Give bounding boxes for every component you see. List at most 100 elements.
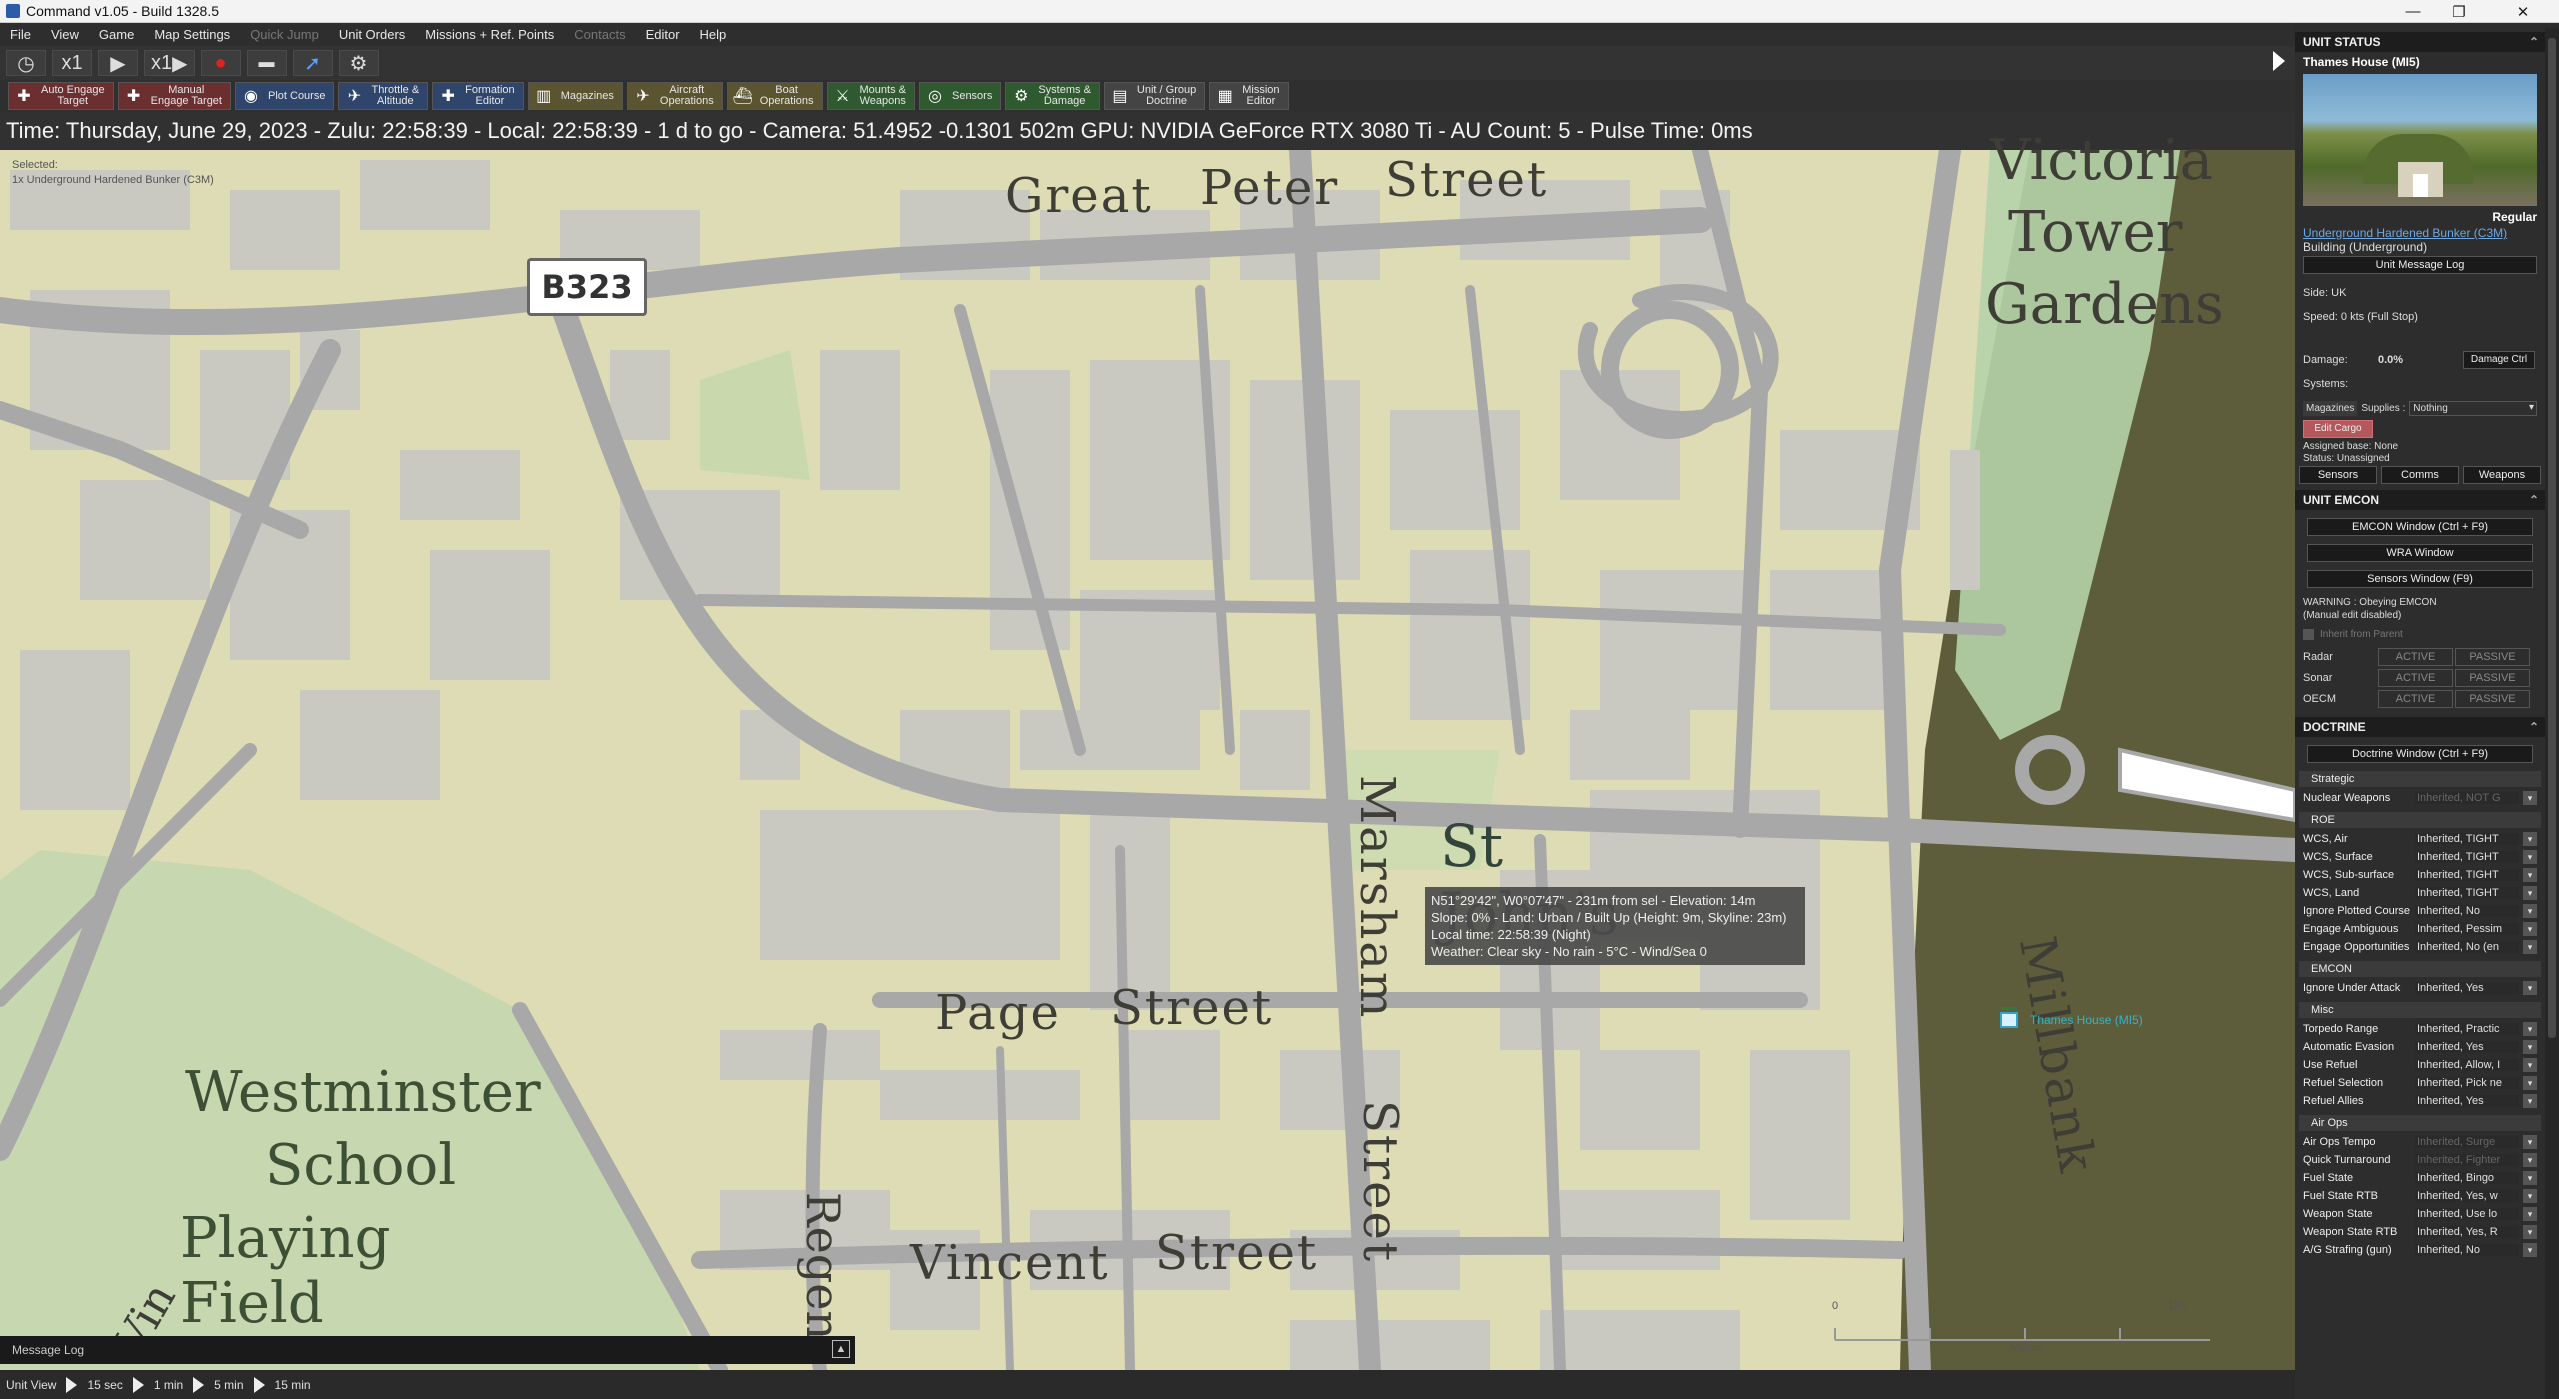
close-icon[interactable]: ✕ [2500, 0, 2546, 23]
doctrine-header[interactable]: DOCTRINE ⌃ [2295, 717, 2545, 737]
dropdown-arrow-icon[interactable]: ▾ [2523, 1225, 2537, 1239]
menu-map-settings[interactable]: Map Settings [144, 27, 240, 42]
dropdown-arrow-icon[interactable]: ▾ [2523, 1189, 2537, 1203]
edit-cargo-button[interactable]: Edit Cargo [2303, 420, 2373, 438]
pause-clock-button[interactable]: ▬ [246, 50, 287, 76]
emcon-active-button[interactable]: ACTIVE [2378, 689, 2453, 708]
emcon-passive-button[interactable]: PASSIVE [2455, 668, 2530, 687]
doctrine-value-select[interactable]: Inherited, TIGHT [2415, 833, 2519, 845]
doctrine-value-select[interactable]: Inherited, Practic [2415, 1023, 2519, 1035]
dropdown-arrow-icon[interactable]: ▾ [2523, 868, 2537, 882]
unit-emcon-header[interactable]: UNIT EMCON ⌃ [2295, 490, 2545, 510]
dropdown-arrow-icon[interactable]: ▾ [2523, 1135, 2537, 1149]
toolbar-button-0[interactable]: ✚ Auto Engage Target [8, 82, 114, 110]
doctrine-value-select[interactable]: Inherited, Yes [2415, 982, 2519, 994]
doctrine-value-select[interactable]: Inherited, TIGHT [2415, 887, 2519, 899]
toolbar-button-8[interactable]: ⚔ Mounts & Weapons [826, 82, 915, 110]
dropdown-arrow-icon[interactable]: ▾ [2523, 1040, 2537, 1054]
doctrine-value-select[interactable]: Inherited, Fighter [2415, 1154, 2519, 1166]
menu-missions[interactable]: Missions + Ref. Points [415, 27, 564, 42]
doctrine-value-select[interactable]: Inherited, Allow, I [2415, 1059, 2519, 1071]
menu-contacts[interactable]: Contacts [564, 27, 635, 42]
dropdown-arrow-icon[interactable]: ▾ [2523, 886, 2537, 900]
comms-tab[interactable]: Comms [2381, 466, 2459, 484]
doctrine-value-select[interactable]: Inherited, Yes [2415, 1041, 2519, 1053]
magazines-tab[interactable]: Magazines [2303, 400, 2358, 416]
doctrine-value-select[interactable]: Inherited, TIGHT [2415, 851, 2519, 863]
sensors-tab[interactable]: Sensors [2299, 466, 2377, 484]
panel-scrollbar[interactable] [2545, 28, 2559, 1399]
emcon-active-button[interactable]: ACTIVE [2378, 668, 2453, 687]
doctrine-value-select[interactable]: Inherited, Yes, w [2415, 1190, 2519, 1202]
pin-button[interactable]: ➚ [292, 50, 333, 76]
dropdown-arrow-icon[interactable]: ▾ [2523, 922, 2537, 936]
doctrine-value-select[interactable]: Inherited, No [2415, 905, 2519, 917]
toolbar-button-9[interactable]: ◎ Sensors [918, 82, 1002, 110]
unit-status-header[interactable]: UNIT STATUS ⌃ [2295, 32, 2545, 52]
doctrine-value-select[interactable]: Inherited, Yes [2415, 1095, 2519, 1107]
doctrine-value-select[interactable]: Inherited, No (en [2415, 941, 2519, 953]
inherit-checkbox[interactable] [2303, 628, 2314, 640]
dropdown-arrow-icon[interactable]: ▾ [2523, 791, 2537, 805]
maximize-icon[interactable]: ❐ [2436, 0, 2482, 23]
menu-help[interactable]: Help [690, 27, 737, 42]
dropdown-arrow-icon[interactable]: ▾ [2523, 940, 2537, 954]
emcon-window-button[interactable]: EMCON Window (Ctrl + F9) [2307, 518, 2533, 536]
dropdown-arrow-icon[interactable]: ▾ [2523, 1058, 2537, 1072]
step-15m[interactable]: 15 min [275, 1378, 311, 1392]
doctrine-value-select[interactable]: Inherited, Yes, R [2415, 1226, 2519, 1238]
dropdown-arrow-icon[interactable]: ▾ [2523, 904, 2537, 918]
emcon-passive-button[interactable]: PASSIVE [2455, 689, 2530, 708]
minimize-icon[interactable]: — [2390, 0, 2436, 23]
dropdown-arrow-icon[interactable]: ▾ [2523, 1094, 2537, 1108]
weapons-tab[interactable]: Weapons [2463, 466, 2541, 484]
doctrine-value-select[interactable]: Inherited, NOT G [2415, 792, 2519, 804]
play-button[interactable]: ▶ [98, 50, 138, 76]
step-button[interactable]: x1 ▶ [144, 50, 195, 76]
toolbar-button-12[interactable]: ▦ Mission Editor [1209, 82, 1289, 110]
step-15s[interactable]: 15 sec [87, 1378, 122, 1392]
dropdown-arrow-icon[interactable]: ▾ [2523, 981, 2537, 995]
damage-control-button[interactable]: Damage Ctrl [2463, 351, 2535, 369]
step-5m[interactable]: 5 min [214, 1378, 243, 1392]
doctrine-value-select[interactable]: Inherited, Surge [2415, 1136, 2519, 1148]
doctrine-value-select[interactable]: Inherited, Bingo [2415, 1172, 2519, 1184]
unit-view-label[interactable]: Unit View [6, 1378, 56, 1392]
toolbar-button-4[interactable]: ✚ Formation Editor [432, 82, 524, 110]
emcon-passive-button[interactable]: PASSIVE [2455, 647, 2530, 666]
collapse-panel-button[interactable] [2268, 46, 2290, 76]
step-15s-icon[interactable] [66, 1376, 78, 1393]
menu-game[interactable]: Game [89, 27, 144, 42]
doctrine-value-select[interactable]: Inherited, TIGHT [2415, 869, 2519, 881]
clock-button[interactable]: ◷ [6, 50, 46, 76]
dropdown-arrow-icon[interactable]: ▾ [2523, 850, 2537, 864]
toolbar-button-7[interactable]: ⛴ Boat Operations [726, 82, 823, 110]
menu-file[interactable]: File [0, 27, 41, 42]
toolbar-button-11[interactable]: ▤ Unit / Group Doctrine [1103, 82, 1206, 110]
sensors-window-button[interactable]: Sensors Window (F9) [2307, 570, 2533, 588]
expand-log-icon[interactable]: ▲ [832, 1340, 850, 1358]
settings-button[interactable]: ⚙ [338, 50, 379, 76]
doctrine-value-select[interactable]: Inherited, No [2415, 1244, 2519, 1256]
step-15m-icon[interactable] [253, 1376, 265, 1393]
toolbar-button-10[interactable]: ⚙ Systems & Damage [1005, 82, 1100, 110]
step-1m[interactable]: 1 min [154, 1378, 183, 1392]
dropdown-arrow-icon[interactable]: ▾ [2523, 832, 2537, 846]
dropdown-arrow-icon[interactable]: ▾ [2523, 1243, 2537, 1257]
menu-quick-jump[interactable]: Quick Jump [240, 27, 329, 42]
menu-view[interactable]: View [41, 27, 89, 42]
doctrine-value-select[interactable]: Inherited, Pick ne [2415, 1077, 2519, 1089]
unit-class-link[interactable]: Underground Hardened Bunker (C3M) [2295, 226, 2545, 240]
toolbar-button-3[interactable]: ✈ Throttle & Altitude [338, 82, 429, 110]
supplies-select[interactable]: Nothing ▾ [2409, 400, 2537, 416]
doctrine-value-select[interactable]: Inherited, Use lo [2415, 1208, 2519, 1220]
toolbar-button-6[interactable]: ✈ Aircraft Operations [626, 82, 723, 110]
emcon-active-button[interactable]: ACTIVE [2378, 647, 2453, 666]
doctrine-window-button[interactable]: Doctrine Window (Ctrl + F9) [2307, 745, 2533, 763]
message-log-bar[interactable]: Message Log ▲ [0, 1336, 855, 1364]
step-5m-icon[interactable] [193, 1376, 205, 1393]
dropdown-arrow-icon[interactable]: ▾ [2523, 1022, 2537, 1036]
menu-editor[interactable]: Editor [636, 27, 690, 42]
unit-message-log-button[interactable]: Unit Message Log [2303, 256, 2537, 274]
menu-unit-orders[interactable]: Unit Orders [329, 27, 415, 42]
